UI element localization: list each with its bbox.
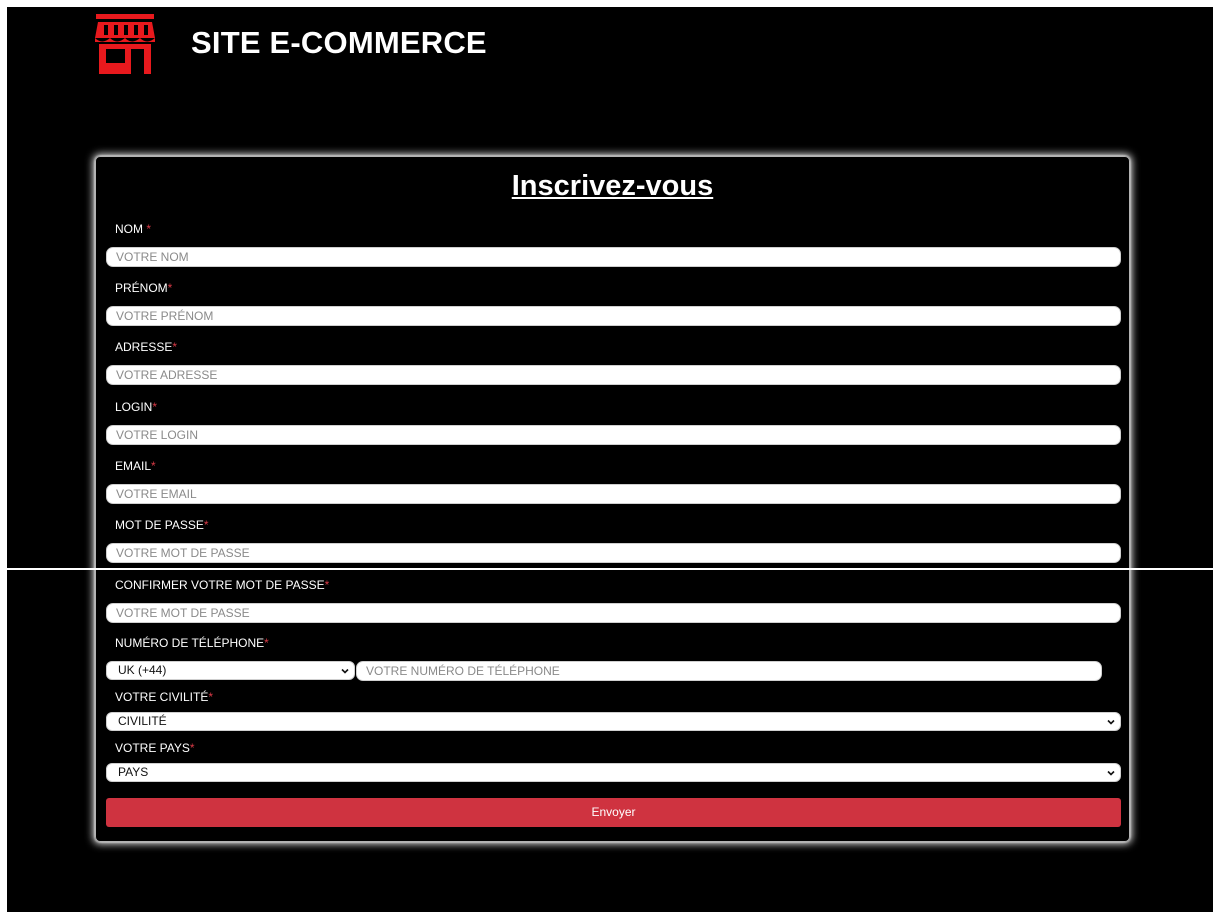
confirm-password-input[interactable]: VOTRE MOT DE PASSE [106,603,1121,623]
chevron-down-icon [341,668,349,674]
pays-value: PAYS [118,765,149,779]
civilite-value: CIVILITÉ [118,714,167,728]
phone-number-input[interactable]: VOTRE NUMÉRO DE TÉLÉPHONE [356,661,1102,681]
prenom-input[interactable]: VOTRE PRÉNOM [106,306,1121,326]
pays-select[interactable]: PAYS [106,763,1121,782]
password-input[interactable]: VOTRE MOT DE PASSE [106,543,1121,563]
required-asterisk: * [324,578,330,592]
required-asterisk: * [151,459,156,473]
password-label: MOT DE PASSE* [115,518,209,532]
confirm-password-label: CONFIRMER VOTRE MOT DE PASSE* [115,578,330,592]
site-header: SITE E-COMMERCE [95,12,487,74]
storefront-icon [95,14,155,74]
submit-button[interactable]: Envoyer [106,798,1121,827]
email-label: EMAIL* [115,459,156,473]
login-input[interactable]: VOTRE LOGIN [106,425,1121,445]
required-asterisk: * [189,741,195,755]
form-title: Inscrivez-vous [511,170,714,202]
adresse-label: ADRESSE* [115,340,178,354]
email-input[interactable]: VOTRE EMAIL [106,484,1121,504]
country-code-select[interactable]: UK (+44) [106,661,355,680]
signup-form-card: Inscrivez-vous NOM * VOTRE NOM PRÉNOM* V… [95,156,1130,842]
required-asterisk: * [167,281,173,295]
nom-input[interactable]: VOTRE NOM [106,247,1121,267]
required-asterisk: * [203,518,209,532]
chevron-down-icon [1107,770,1115,776]
login-label: LOGIN* [115,400,158,414]
nom-label: NOM * [115,222,152,236]
civilite-select[interactable]: CIVILITÉ [106,712,1121,731]
required-asterisk: * [172,340,178,354]
required-asterisk: * [264,636,269,650]
pays-label: VOTRE PAYS* [115,741,195,755]
adresse-input[interactable]: VOTRE ADRESSE [106,365,1121,385]
phone-label: NUMÉRO DE TÉLÉPHONE* [115,636,269,650]
required-asterisk: * [146,222,152,236]
required-asterisk: * [208,690,214,704]
horizontal-divider [0,568,1213,570]
country-code-value: UK (+44) [118,663,167,677]
prenom-label: PRÉNOM* [115,281,173,295]
site-title: SITE E-COMMERCE [191,25,487,60]
chevron-down-icon [1107,719,1115,725]
page-background: SITE E-COMMERCE Inscrivez-vous NOM * VOT… [7,7,1213,912]
civilite-label: VOTRE CIVILITÉ* [115,690,214,704]
required-asterisk: * [152,400,158,414]
